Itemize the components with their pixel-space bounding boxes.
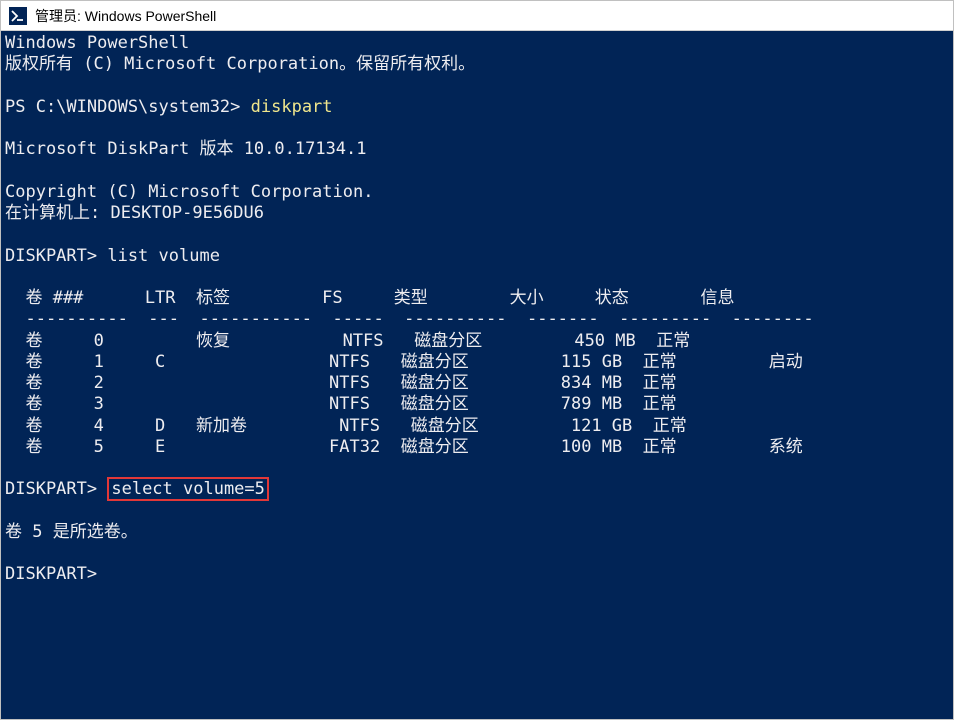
table-divider: ---------- --- ----------- ----- -------… bbox=[5, 309, 814, 329]
terminal-line: 版权所有 (C) Microsoft Corporation。保留所有权利。 bbox=[5, 54, 475, 74]
prompt-path: PS C:\WINDOWS\system32> bbox=[5, 97, 251, 117]
command-diskpart: diskpart bbox=[251, 97, 333, 117]
table-row: 卷 1 C NTFS 磁盘分区 115 GB 正常 启动 bbox=[5, 352, 803, 372]
computer-line: 在计算机上: DESKTOP-9E56DU6 bbox=[5, 203, 264, 223]
selected-message: 卷 5 是所选卷。 bbox=[5, 522, 138, 542]
table-row: 卷 3 NTFS 磁盘分区 789 MB 正常 bbox=[5, 394, 677, 414]
terminal-line: Windows PowerShell bbox=[5, 33, 189, 53]
table-row: 卷 5 E FAT32 磁盘分区 100 MB 正常 系统 bbox=[5, 437, 803, 457]
powershell-icon bbox=[9, 7, 27, 25]
table-header: 卷 ### LTR 标签 FS 类型 大小 状态 信息 bbox=[5, 288, 734, 308]
prompt-prefix: DISKPART> bbox=[5, 479, 107, 499]
terminal-area[interactable]: Windows PowerShell 版权所有 (C) Microsoft Co… bbox=[1, 31, 953, 719]
copyright-line: Copyright (C) Microsoft Corporation. bbox=[5, 182, 373, 202]
table-row: 卷 0 恢复 NTFS 磁盘分区 450 MB 正常 bbox=[5, 331, 690, 351]
table-row: 卷 4 D 新加卷 NTFS 磁盘分区 121 GB 正常 bbox=[5, 416, 687, 436]
titlebar[interactable]: 管理员: Windows PowerShell bbox=[1, 1, 953, 31]
command-select-volume: select volume=5 bbox=[107, 477, 269, 501]
diskpart-version: Microsoft DiskPart 版本 10.0.17134.1 bbox=[5, 139, 367, 159]
powershell-window: 管理员: Windows PowerShell Windows PowerShe… bbox=[0, 0, 954, 720]
table-row: 卷 2 NTFS 磁盘分区 834 MB 正常 bbox=[5, 373, 677, 393]
window-title: 管理员: Windows PowerShell bbox=[35, 6, 216, 26]
prompt-empty: DISKPART> bbox=[5, 564, 97, 584]
prompt-list-volume: DISKPART> list volume bbox=[5, 246, 220, 266]
